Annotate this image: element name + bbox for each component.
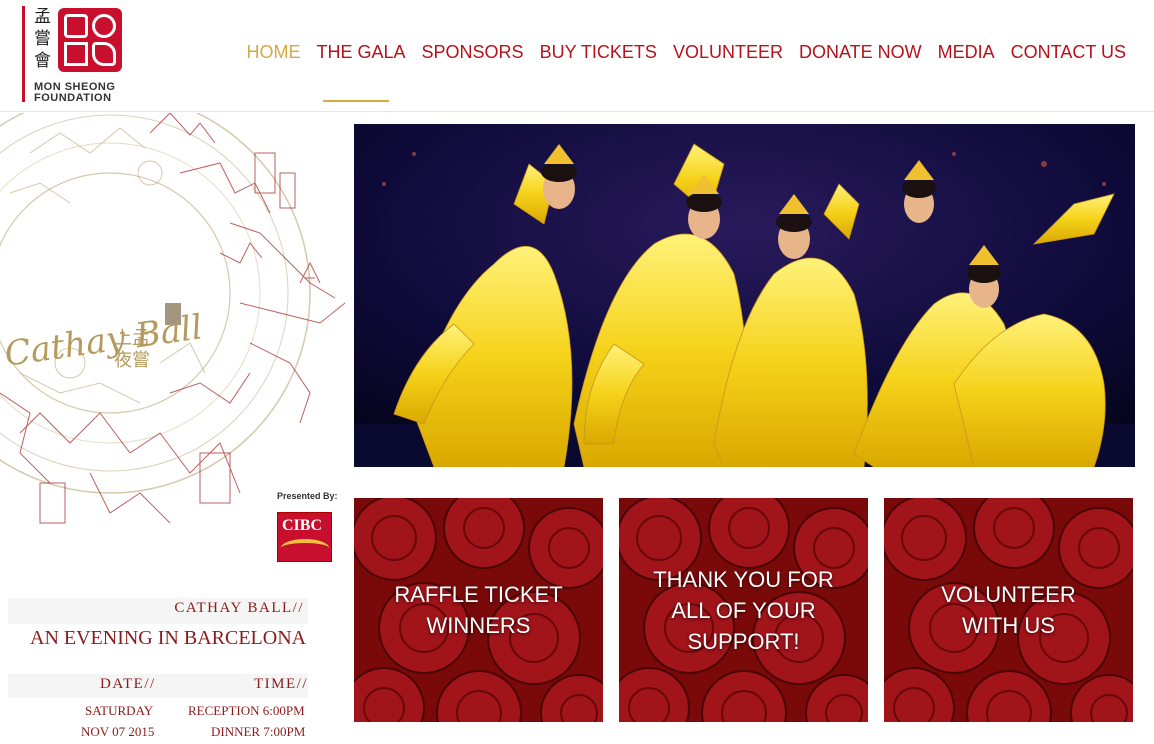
cibc-swoosh-icon xyxy=(281,539,329,557)
nav-item-home[interactable]: HOME xyxy=(239,40,309,65)
nav-item-buy-tickets[interactable]: BUY TICKETS xyxy=(532,40,665,65)
event-name: CATHAY BALL// xyxy=(174,600,304,616)
tile-thank-you-label: THANK YOU FOR ALL OF YOUR SUPPORT! xyxy=(653,566,834,654)
presented-by-label: Presented By: xyxy=(277,491,338,501)
nav-item-media[interactable]: MEDIA xyxy=(930,40,1003,65)
mon-sheong-logo[interactable]: 孟嘗會 MON SHEONG FOUNDATION xyxy=(22,6,142,106)
main-nav: HOME THE GALA SPONSORS BUY TICKETS VOLUN… xyxy=(239,40,1135,65)
event-date: NOV 07 2015 xyxy=(81,724,155,739)
logo-chinese-chars: 孟嘗會 xyxy=(34,7,51,71)
nav-item-the-gala[interactable]: THE GALA xyxy=(309,40,414,65)
event-dinner-time: DINNER 7:00PM xyxy=(211,724,306,739)
cathay-ball-chinese: 上孟 夜嘗 xyxy=(114,328,150,371)
nav-active-underline xyxy=(323,100,389,102)
date-label: DATE// xyxy=(100,676,156,692)
tile-volunteer[interactable]: VOLUNTEER WITH US xyxy=(884,498,1133,722)
logo-name-line2: FOUNDATION xyxy=(34,92,112,104)
event-day: SATURDAY xyxy=(85,703,154,718)
nav-item-volunteer[interactable]: VOLUNTEER xyxy=(665,40,791,65)
nav-item-sponsors[interactable]: SPONSORS xyxy=(414,40,532,65)
tile-volunteer-label: VOLUNTEER WITH US xyxy=(941,582,1076,638)
cathay-ball-illustration: Cathay Ball 上孟 夜嘗 xyxy=(0,113,350,533)
nav-item-donate-now[interactable]: DONATE NOW xyxy=(791,40,930,65)
hero-dancers-photo xyxy=(354,124,1135,467)
logo-bar xyxy=(22,6,25,102)
logo-name: MON SHEONG FOUNDATION xyxy=(34,82,144,104)
cibc-logo[interactable]: CIBC xyxy=(277,512,332,562)
tile-raffle-winners[interactable]: RAFFLE TICKET WINNERS xyxy=(354,498,603,722)
site-header: 孟嘗會 MON SHEONG FOUNDATION HOME THE GALA … xyxy=(0,0,1154,112)
logo-seal-icon xyxy=(58,8,122,72)
tile-raffle-label: RAFFLE TICKET WINNERS xyxy=(394,582,563,638)
hero-dancers-image xyxy=(354,124,1135,467)
tile-thank-you[interactable]: THANK YOU FOR ALL OF YOUR SUPPORT! xyxy=(619,498,868,722)
event-reception-time: RECEPTION 6:00PM xyxy=(188,703,305,718)
event-subtitle: AN EVENING IN BARCELONA xyxy=(30,627,307,649)
cibc-logo-text: CIBC xyxy=(282,517,323,534)
time-label: TIME// xyxy=(254,676,308,692)
nav-item-contact-us[interactable]: CONTACT US xyxy=(1003,40,1134,65)
